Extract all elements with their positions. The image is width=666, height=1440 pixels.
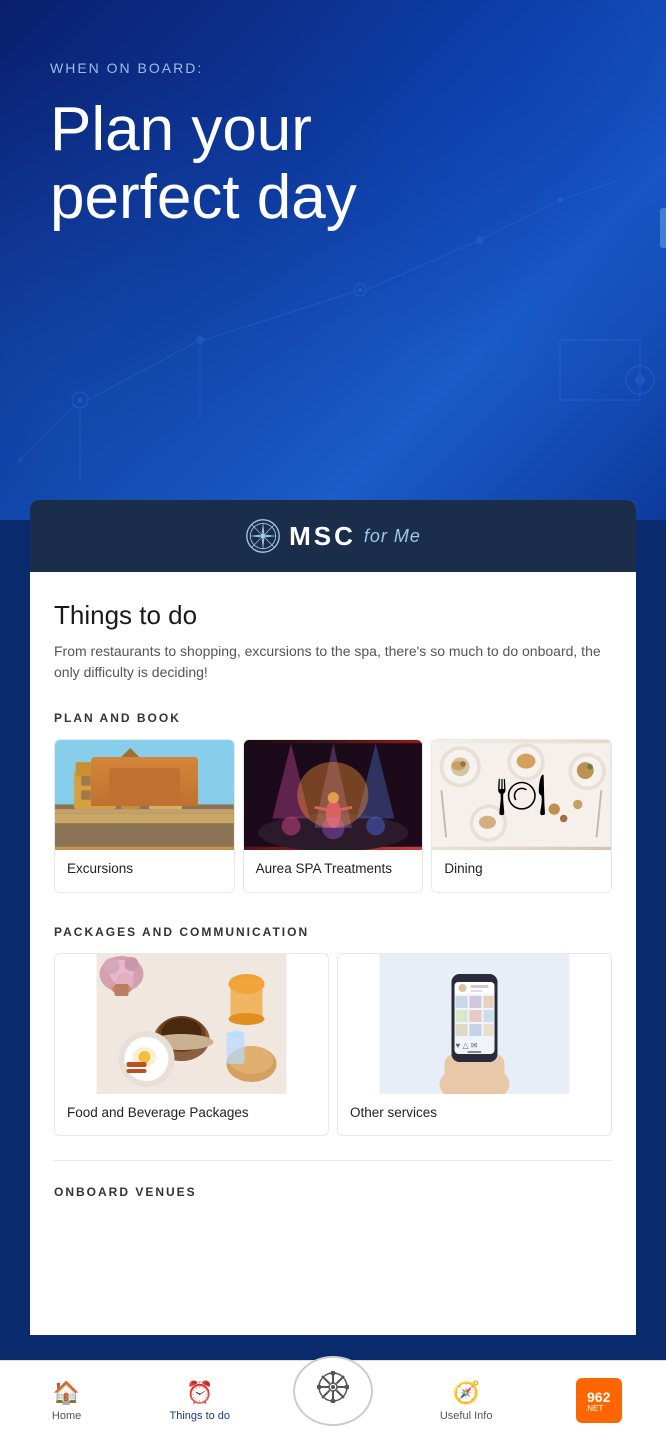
plan-book-label: PLAN AND BOOK (54, 711, 612, 725)
spa-card[interactable]: Aurea SPA Treatments (243, 739, 424, 893)
food-beverage-card[interactable]: Food and Beverage Packages (54, 953, 329, 1137)
nav-home-label: Home (52, 1410, 81, 1422)
onboard-venues-label: ONBOARD VENUES (54, 1185, 612, 1207)
nav-useful-label: Useful Info (440, 1410, 493, 1422)
msc-logo-bar: MSC for Me (30, 500, 636, 572)
nav-things-to-do[interactable]: ⏰ Things to do (160, 1380, 240, 1422)
msc-logo-sub: for Me (364, 526, 421, 547)
msc-logo-text: MSC (289, 521, 356, 552)
hero-section: WHEN ON BOARD: Plan your perfect day (0, 0, 666, 520)
things-to-do-heading: Things to do (54, 600, 612, 631)
spa-card-label: Aurea SPA Treatments (244, 850, 423, 892)
nav-center[interactable] (293, 1356, 373, 1426)
right-accent-decoration (660, 208, 666, 248)
svg-text:962: 962 (587, 1389, 611, 1405)
home-icon: 🏠 (53, 1380, 80, 1406)
svg-text:♥ △ ✉: ♥ △ ✉ (456, 1041, 478, 1050)
hero-label: WHEN ON BOARD: (50, 60, 616, 76)
other-services-label: Other services (338, 1094, 611, 1136)
content-area: Things to do From restaurants to shoppin… (30, 572, 636, 1335)
nav-things-label: Things to do (170, 1410, 231, 1422)
msc-logo: MSC for Me (245, 518, 421, 554)
bottom-navigation: 🏠 Home ⏰ Things to do (0, 1360, 666, 1440)
packages-cards: Food and Beverage Packages (54, 953, 612, 1137)
hero-title-line1: Plan your (50, 95, 312, 164)
nav-more[interactable]: 962 .NET (559, 1378, 639, 1423)
svg-text:.NET: .NET (585, 1404, 603, 1413)
dining-card-label: Dining (432, 850, 611, 892)
more-icon: 962 .NET (576, 1378, 622, 1423)
packages-label: PACKAGES AND COMMUNICATION (54, 925, 612, 939)
excursions-card[interactable]: Excursions (54, 739, 235, 893)
hero-title-line2: perfect day (50, 163, 357, 232)
nav-home[interactable]: 🏠 Home (27, 1380, 107, 1422)
hero-title: Plan your perfect day (50, 96, 616, 232)
main-card: MSC for Me Things to do From restaurants… (30, 500, 636, 1335)
excursions-card-label: Excursions (55, 850, 234, 892)
compass-icon: 🧭 (452, 1380, 479, 1406)
helm-icon (317, 1371, 349, 1410)
other-services-card[interactable]: ♥ △ ✉ Other services (337, 953, 612, 1137)
things-to-do-desc: From restaurants to shopping, excursions… (54, 641, 612, 683)
other-services-card-image: ♥ △ ✉ (338, 954, 611, 1094)
food-beverage-card-image (55, 954, 328, 1094)
section-divider (54, 1160, 612, 1161)
spa-card-image (244, 740, 423, 850)
dining-card[interactable]: Dining (431, 739, 612, 893)
excursions-card-image (55, 740, 234, 850)
dining-card-image (432, 740, 611, 850)
scroll-padding (54, 1207, 612, 1307)
food-beverage-label: Food and Beverage Packages (55, 1094, 328, 1136)
clock-icon: ⏰ (186, 1380, 213, 1406)
nav-useful-info[interactable]: 🧭 Useful Info (426, 1380, 506, 1422)
plan-book-cards: Excursions (54, 739, 612, 893)
